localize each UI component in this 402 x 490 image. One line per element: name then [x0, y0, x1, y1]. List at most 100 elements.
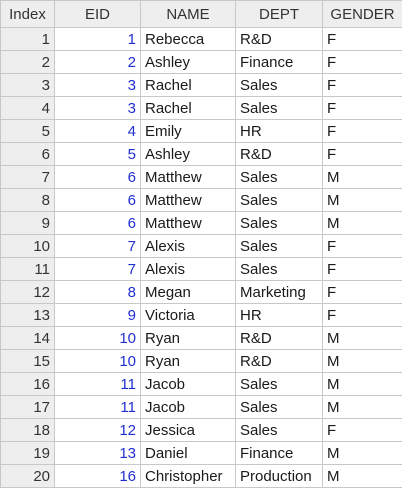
name-cell[interactable]: Emily [140, 119, 236, 143]
name-cell[interactable]: Ryan [140, 349, 236, 373]
name-cell[interactable]: Alexis [140, 257, 236, 281]
name-cell[interactable]: Jacob [140, 372, 236, 396]
eid-cell[interactable]: 3 [54, 73, 141, 97]
table-row[interactable]: 20 16 Christopher Production M [0, 464, 402, 488]
table-row[interactable]: 7 6 Matthew Sales M [0, 165, 402, 189]
name-cell[interactable]: Victoria [140, 303, 236, 327]
row-index-cell[interactable]: 15 [0, 349, 55, 373]
row-index-cell[interactable]: 12 [0, 280, 55, 304]
dept-cell[interactable]: Finance [235, 50, 323, 74]
table-row[interactable]: 15 10 Ryan R&D M [0, 349, 402, 373]
table-row[interactable]: 6 5 Ashley R&D F [0, 142, 402, 166]
eid-cell[interactable]: 4 [54, 119, 141, 143]
table-row[interactable]: 11 7 Alexis Sales F [0, 257, 402, 281]
gender-cell[interactable]: M [322, 372, 402, 396]
eid-cell[interactable]: 2 [54, 50, 141, 74]
dept-cell[interactable]: Finance [235, 441, 323, 465]
dept-cell[interactable]: Sales [235, 73, 323, 97]
column-header-gender[interactable]: GENDER [322, 0, 402, 28]
table-row[interactable]: 2 2 Ashley Finance F [0, 50, 402, 74]
eid-cell[interactable]: 9 [54, 303, 141, 327]
name-cell[interactable]: Matthew [140, 188, 236, 212]
gender-cell[interactable]: F [322, 142, 402, 166]
gender-cell[interactable]: F [322, 257, 402, 281]
name-cell[interactable]: Ashley [140, 50, 236, 74]
name-cell[interactable]: Daniel [140, 441, 236, 465]
row-index-cell[interactable]: 8 [0, 188, 55, 212]
dept-cell[interactable]: R&D [235, 349, 323, 373]
eid-cell[interactable]: 11 [54, 372, 141, 396]
table-row[interactable]: 1 1 Rebecca R&D F [0, 27, 402, 51]
eid-cell[interactable]: 11 [54, 395, 141, 419]
row-index-cell[interactable]: 10 [0, 234, 55, 258]
table-row[interactable]: 3 3 Rachel Sales F [0, 73, 402, 97]
gender-cell[interactable]: F [322, 303, 402, 327]
row-index-cell[interactable]: 2 [0, 50, 55, 74]
dept-cell[interactable]: Sales [235, 211, 323, 235]
eid-cell[interactable]: 16 [54, 464, 141, 488]
table-row[interactable]: 13 9 Victoria HR F [0, 303, 402, 327]
gender-cell[interactable]: M [322, 165, 402, 189]
gender-cell[interactable]: M [322, 188, 402, 212]
eid-cell[interactable]: 6 [54, 165, 141, 189]
name-cell[interactable]: Rebecca [140, 27, 236, 51]
name-cell[interactable]: Megan [140, 280, 236, 304]
dept-cell[interactable]: R&D [235, 142, 323, 166]
eid-cell[interactable]: 10 [54, 349, 141, 373]
gender-cell[interactable]: M [322, 326, 402, 350]
column-header-dept[interactable]: DEPT [235, 0, 323, 28]
dept-cell[interactable]: Sales [235, 188, 323, 212]
row-index-cell[interactable]: 17 [0, 395, 55, 419]
row-index-cell[interactable]: 5 [0, 119, 55, 143]
dept-cell[interactable]: Sales [235, 96, 323, 120]
eid-cell[interactable]: 8 [54, 280, 141, 304]
dept-cell[interactable]: Production [235, 464, 323, 488]
column-header-index[interactable]: Index [0, 0, 55, 28]
dept-cell[interactable]: Sales [235, 257, 323, 281]
row-index-cell[interactable]: 18 [0, 418, 55, 442]
table-row[interactable]: 4 3 Rachel Sales F [0, 96, 402, 120]
table-row[interactable]: 14 10 Ryan R&D M [0, 326, 402, 350]
table-row[interactable]: 9 6 Matthew Sales M [0, 211, 402, 235]
name-cell[interactable]: Matthew [140, 211, 236, 235]
eid-cell[interactable]: 3 [54, 96, 141, 120]
gender-cell[interactable]: F [322, 418, 402, 442]
row-index-cell[interactable]: 1 [0, 27, 55, 51]
name-cell[interactable]: Rachel [140, 73, 236, 97]
dept-cell[interactable]: Sales [235, 372, 323, 396]
gender-cell[interactable]: F [322, 280, 402, 304]
table-row[interactable]: 16 11 Jacob Sales M [0, 372, 402, 396]
name-cell[interactable]: Ryan [140, 326, 236, 350]
table-row[interactable]: 8 6 Matthew Sales M [0, 188, 402, 212]
row-index-cell[interactable]: 9 [0, 211, 55, 235]
name-cell[interactable]: Christopher [140, 464, 236, 488]
name-cell[interactable]: Jacob [140, 395, 236, 419]
table-row[interactable]: 12 8 Megan Marketing F [0, 280, 402, 304]
eid-cell[interactable]: 6 [54, 188, 141, 212]
column-header-name[interactable]: NAME [140, 0, 236, 28]
eid-cell[interactable]: 5 [54, 142, 141, 166]
table-row[interactable]: 5 4 Emily HR F [0, 119, 402, 143]
eid-cell[interactable]: 13 [54, 441, 141, 465]
name-cell[interactable]: Rachel [140, 96, 236, 120]
gender-cell[interactable]: F [322, 234, 402, 258]
row-index-cell[interactable]: 20 [0, 464, 55, 488]
gender-cell[interactable]: M [322, 441, 402, 465]
table-row[interactable]: 17 11 Jacob Sales M [0, 395, 402, 419]
table-row[interactable]: 10 7 Alexis Sales F [0, 234, 402, 258]
row-index-cell[interactable]: 3 [0, 73, 55, 97]
row-index-cell[interactable]: 4 [0, 96, 55, 120]
row-index-cell[interactable]: 11 [0, 257, 55, 281]
eid-cell[interactable]: 1 [54, 27, 141, 51]
dept-cell[interactable]: Sales [235, 395, 323, 419]
gender-cell[interactable]: F [322, 73, 402, 97]
gender-cell[interactable]: F [322, 119, 402, 143]
row-index-cell[interactable]: 7 [0, 165, 55, 189]
eid-cell[interactable]: 12 [54, 418, 141, 442]
eid-cell[interactable]: 7 [54, 257, 141, 281]
dept-cell[interactable]: Sales [235, 165, 323, 189]
row-index-cell[interactable]: 19 [0, 441, 55, 465]
dept-cell[interactable]: HR [235, 303, 323, 327]
gender-cell[interactable]: F [322, 27, 402, 51]
dept-cell[interactable]: HR [235, 119, 323, 143]
